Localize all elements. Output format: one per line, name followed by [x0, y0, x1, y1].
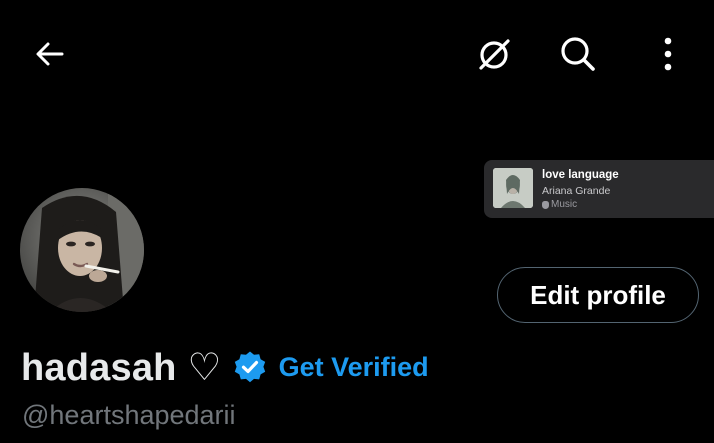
album-art — [493, 168, 533, 208]
song-title: love language — [542, 169, 619, 181]
music-service-label: Music — [551, 199, 578, 210]
song-artist: Ariana Grande — [542, 185, 611, 197]
now-playing-card[interactable]: love language Ariana Grande Music — [484, 160, 714, 218]
more-vertical-icon — [664, 37, 672, 71]
grok-slash-icon — [479, 39, 510, 70]
get-verified-link[interactable]: Get Verified — [279, 352, 429, 383]
edit-profile-button[interactable]: Edit profile — [497, 267, 699, 323]
avatar[interactable] — [20, 188, 144, 312]
display-name: hadasah ♡ — [21, 346, 222, 389]
arrow-left-icon — [36, 42, 64, 66]
search-button[interactable] — [550, 26, 606, 82]
more-options-button[interactable] — [640, 26, 696, 82]
back-button[interactable] — [22, 26, 78, 82]
music-service: Music — [542, 199, 577, 210]
user-handle: @heartshapedarii — [22, 400, 236, 430]
grok-button[interactable] — [466, 27, 522, 83]
verified-badge-icon — [234, 351, 265, 383]
top-bar — [0, 0, 714, 110]
name-row: hadasah ♡ Get Verified — [21, 343, 429, 391]
apple-icon — [542, 200, 549, 209]
search-icon — [561, 37, 595, 71]
